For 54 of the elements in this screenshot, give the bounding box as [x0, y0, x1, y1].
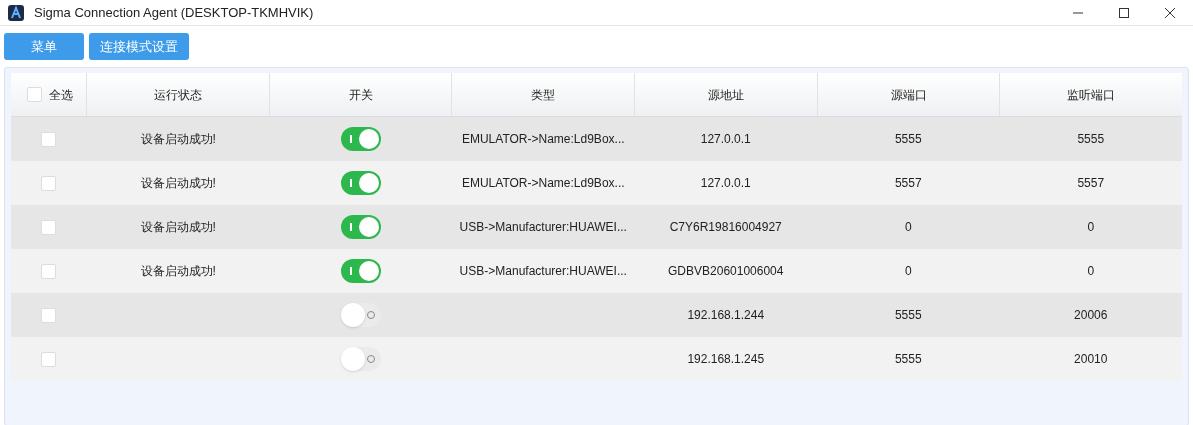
table-cell-text: 0	[1087, 263, 1095, 280]
column-header: 类型	[452, 73, 635, 116]
checkbox[interactable]	[41, 131, 56, 147]
checkbox[interactable]	[41, 219, 56, 235]
toggle-switch[interactable]	[340, 171, 381, 195]
checkbox[interactable]	[27, 87, 42, 102]
table-cell-text: 20006	[1074, 307, 1108, 324]
window-title: Sigma Connection Agent (DESKTOP-TKMHVIK)	[34, 3, 314, 22]
table-row[interactable]: 192.168.1.245 5555 20010	[11, 337, 1182, 381]
table-cell-text: 127.0.0.1	[700, 175, 751, 192]
table-cell-text: 设备启动成功!	[140, 263, 216, 280]
checkbox[interactable]	[41, 351, 56, 367]
column-header: 开关	[269, 73, 453, 116]
column-header: 监听端口	[1066, 86, 1117, 104]
table-cell-text: 5555	[1077, 131, 1105, 148]
table-cell-text: 设备启动成功!	[140, 131, 216, 148]
checkbox[interactable]	[41, 175, 56, 191]
checkbox[interactable]	[41, 263, 56, 279]
table-cell-text: EMULATOR->Name:Ld9Box...	[461, 175, 625, 192]
app-logo-icon	[8, 4, 24, 21]
table-cell-text: 0	[1087, 219, 1095, 236]
table-row[interactable]: 设备启动成功! USB->Manufacturer:HUAWEI... C7Y6R19816004927 0 0	[11, 205, 1182, 249]
column-header: 源地址	[635, 73, 818, 116]
table-row[interactable]: 设备启动成功! EMULATOR->Name:Ld9Box... 127.0.0.1 5557 5557	[11, 161, 1182, 205]
checkbox[interactable]	[41, 307, 56, 323]
table-cell-text: USB->Manufacturer:HUAWEI...	[459, 219, 627, 236]
column-header: 源端口	[817, 73, 1001, 116]
table-cell-text: 192.168.1.244	[687, 307, 765, 324]
table-cell-text: EMULATOR->Name:Ld9Box...	[461, 131, 625, 148]
toggle-switch[interactable]	[340, 347, 381, 371]
table-cell-text: 5557	[894, 175, 922, 192]
table-cell-text: 20010	[1074, 351, 1108, 368]
table-cell-text: 5555	[894, 131, 922, 148]
table-cell-text: 5555	[894, 351, 922, 368]
table-cell-text: 0	[904, 263, 912, 280]
toggle-switch[interactable]	[340, 303, 381, 327]
table-row[interactable]: 192.168.1.244 5555 20006	[11, 293, 1182, 337]
table-cell-text: GDBVB20601006004	[668, 263, 784, 280]
column-header: 运行状态	[87, 73, 270, 116]
table-cell-text: 5555	[894, 307, 922, 324]
toggle-switch[interactable]	[340, 215, 381, 239]
table-cell-text: 0	[904, 219, 912, 236]
table-cell-text: 5557	[1077, 175, 1105, 192]
table-cell-text: 设备启动成功!	[140, 175, 216, 192]
table-cell-text: 127.0.0.1	[700, 131, 751, 148]
table-cell-text: USB->Manufacturer:HUAWEI...	[459, 263, 627, 280]
table-cell-text: C7Y6R19816004927	[669, 219, 782, 236]
toggle-switch[interactable]	[340, 259, 381, 283]
toggle-switch[interactable]	[340, 127, 381, 151]
table-cell-text: 192.168.1.245	[687, 351, 765, 368]
table-row[interactable]: 设备启动成功! EMULATOR->Name:Ld9Box... 127.0.0.1 5555 5555	[11, 117, 1182, 161]
table-row[interactable]: 设备启动成功! USB->Manufacturer:HUAWEI... GDBVB20601006004 0 0	[11, 249, 1182, 293]
select-all-label: 全选	[49, 86, 73, 104]
table-cell-text: 设备启动成功!	[140, 219, 216, 236]
